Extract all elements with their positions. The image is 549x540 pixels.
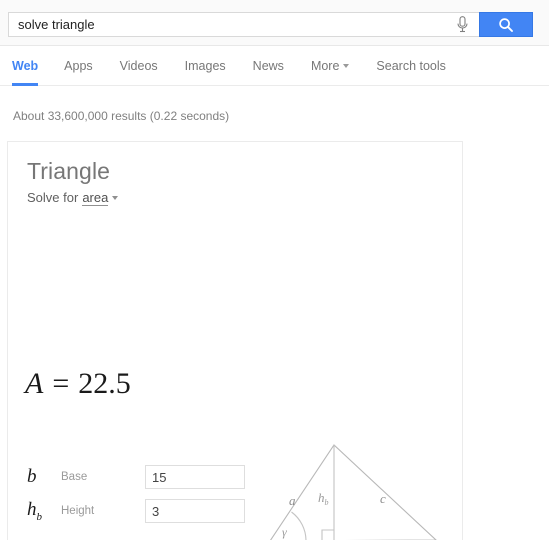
answer-expression: A = 22.5 (25, 367, 131, 401)
tab-label: News (252, 59, 284, 73)
tab-more[interactable]: More (311, 46, 363, 86)
diagram-label-c: c (380, 491, 386, 506)
base-symbol: b (27, 466, 37, 487)
diagram-label-a: a (289, 493, 296, 508)
chevron-down-icon (343, 64, 350, 68)
chevron-down-icon[interactable] (112, 196, 119, 200)
answer-value: 22.5 (78, 367, 131, 400)
height-symbol: hb (27, 499, 42, 523)
tab-label: More (310, 59, 340, 73)
input-row-height: hb Height (27, 499, 257, 523)
tab-videos[interactable]: Videos (120, 46, 172, 86)
triangle-solver-card: Triangle Solve for area A=22.5 b Base hb… (7, 141, 463, 540)
tab-search-tools[interactable]: Search tools (376, 46, 459, 86)
input-row-base: b Base (27, 465, 257, 489)
height-input[interactable] (145, 499, 245, 523)
tab-label: Web (12, 59, 39, 73)
base-input[interactable] (145, 465, 245, 489)
search-submit-button[interactable] (479, 12, 533, 37)
solve-for-dropdown[interactable]: area (82, 190, 109, 206)
solve-for-label: Solve for (27, 190, 79, 205)
search-input[interactable] (9, 13, 445, 36)
base-label: Base (61, 471, 88, 483)
search-tabs: Web Apps Videos Images News More Search … (12, 46, 473, 86)
result-stats: About 33,600,000 results (0.22 seconds) (13, 109, 230, 123)
answer-equals: = (52, 367, 70, 400)
search-results-page: Web Apps Videos Images News More Search … (0, 0, 549, 540)
search-header (0, 0, 549, 46)
triangle-diagram: a c b hb γ (258, 434, 453, 540)
solve-for-row: Solve for area (27, 190, 119, 206)
magnifier-icon (499, 17, 513, 32)
answer-symbol: A (25, 367, 44, 400)
page-title: Triangle (27, 158, 111, 184)
tab-label: Videos (119, 59, 158, 73)
search-nav-bar: Web Apps Videos Images News More Search … (0, 46, 549, 86)
tab-label: Search tools (376, 59, 446, 73)
tab-web[interactable]: Web (12, 46, 39, 86)
tab-label: Images (184, 59, 226, 73)
tab-news[interactable]: News (253, 46, 298, 86)
diagram-label-h: hb (318, 490, 329, 507)
height-label: Height (61, 505, 95, 517)
microphone-icon[interactable] (445, 13, 479, 36)
diagram-label-gamma: γ (282, 525, 287, 539)
search-box[interactable] (8, 12, 533, 37)
tab-apps[interactable]: Apps (64, 46, 107, 86)
tab-images[interactable]: Images (185, 46, 240, 86)
tab-label: Apps (64, 59, 93, 73)
